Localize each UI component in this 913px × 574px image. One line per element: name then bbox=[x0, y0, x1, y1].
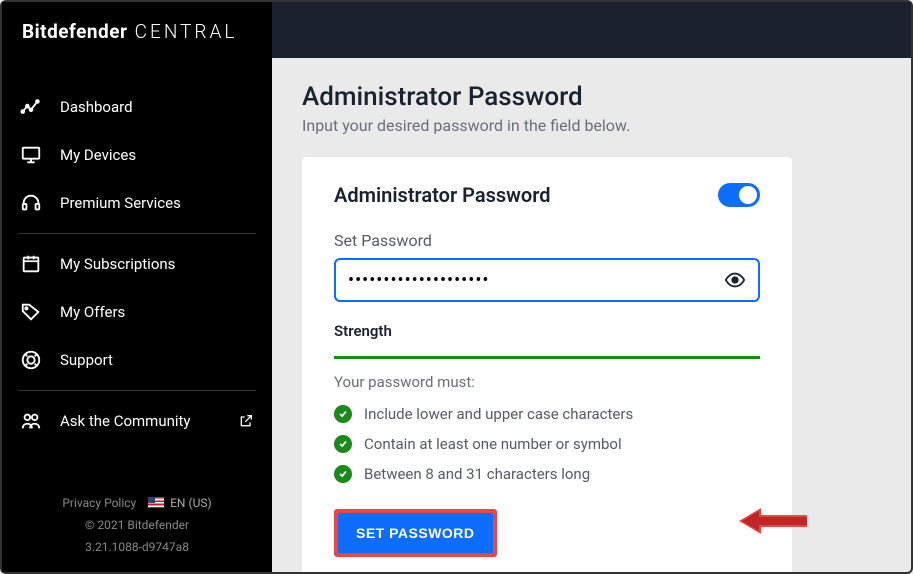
set-password-button[interactable]: SET PASSWORD bbox=[338, 513, 493, 553]
sidebar-footer: Privacy Policy EN (US) © 2021 Bitdefende… bbox=[2, 482, 272, 572]
card-title: Administrator Password bbox=[334, 183, 551, 207]
language-selector[interactable]: EN (US) bbox=[148, 496, 212, 510]
eye-icon[interactable] bbox=[724, 269, 746, 291]
privacy-link[interactable]: Privacy Policy bbox=[62, 496, 136, 510]
page-subtitle: Input your desired password in the field… bbox=[302, 116, 881, 135]
password-input-wrap bbox=[334, 258, 760, 302]
calendar-icon bbox=[20, 253, 42, 275]
monitor-icon bbox=[20, 144, 42, 166]
sidebar-item-devices[interactable]: My Devices bbox=[2, 131, 272, 179]
password-card: Administrator Password Set Password Stre… bbox=[302, 157, 792, 572]
sidebar-item-label: My Subscriptions bbox=[60, 255, 175, 273]
divider bbox=[18, 233, 256, 234]
password-toggle[interactable] bbox=[718, 183, 760, 207]
sidebar-item-premium[interactable]: Premium Services bbox=[2, 179, 272, 227]
lifebuoy-icon bbox=[20, 349, 42, 371]
community-icon bbox=[20, 410, 42, 432]
check-icon bbox=[334, 435, 352, 453]
rule-item: Include lower and upper case characters bbox=[334, 405, 760, 423]
headset-icon bbox=[20, 192, 42, 214]
annotation-arrow-icon bbox=[737, 506, 807, 536]
sidebar-item-label: My Devices bbox=[60, 146, 136, 164]
sidebar-item-dashboard[interactable]: Dashboard bbox=[2, 83, 272, 131]
check-icon bbox=[334, 405, 352, 423]
password-input[interactable] bbox=[348, 270, 724, 291]
top-bar bbox=[272, 2, 911, 58]
sidebar-item-subscriptions[interactable]: My Subscriptions bbox=[2, 240, 272, 288]
sidebar-item-label: Dashboard bbox=[60, 98, 133, 116]
button-highlight: SET PASSWORD bbox=[334, 509, 497, 557]
divider bbox=[18, 390, 256, 391]
field-label: Set Password bbox=[334, 231, 760, 250]
check-icon bbox=[334, 465, 352, 483]
sidebar-item-label: Support bbox=[60, 351, 113, 369]
strength-label: Strength bbox=[334, 322, 760, 340]
external-link-icon bbox=[238, 413, 254, 429]
main-content: Administrator Password Input your desire… bbox=[272, 58, 911, 572]
sidebar-item-label: Premium Services bbox=[60, 194, 181, 212]
sidebar: Bitdefender CENTRAL Dashboard My Devices… bbox=[2, 2, 272, 572]
brand-logo: Bitdefender CENTRAL bbox=[2, 2, 272, 63]
sidebar-item-community[interactable]: Ask the Community bbox=[2, 397, 272, 445]
sidebar-item-label: Ask the Community bbox=[60, 412, 191, 430]
us-flag-icon bbox=[148, 497, 164, 508]
rule-item: Contain at least one number or symbol bbox=[334, 435, 760, 453]
rule-item: Between 8 and 31 characters long bbox=[334, 465, 760, 483]
strength-bar bbox=[334, 356, 760, 359]
chart-line-icon bbox=[20, 96, 42, 118]
rules-title: Your password must: bbox=[334, 373, 760, 391]
copyright: © 2021 Bitdefender bbox=[2, 514, 272, 536]
sidebar-item-offers[interactable]: My Offers bbox=[2, 288, 272, 336]
page-title: Administrator Password bbox=[302, 82, 881, 112]
sidebar-nav: Dashboard My Devices Premium Services My… bbox=[2, 63, 272, 482]
sidebar-item-support[interactable]: Support bbox=[2, 336, 272, 384]
sidebar-item-label: My Offers bbox=[60, 303, 125, 321]
version: 3.21.1088-d9747a8 bbox=[2, 536, 272, 558]
tag-icon bbox=[20, 301, 42, 323]
